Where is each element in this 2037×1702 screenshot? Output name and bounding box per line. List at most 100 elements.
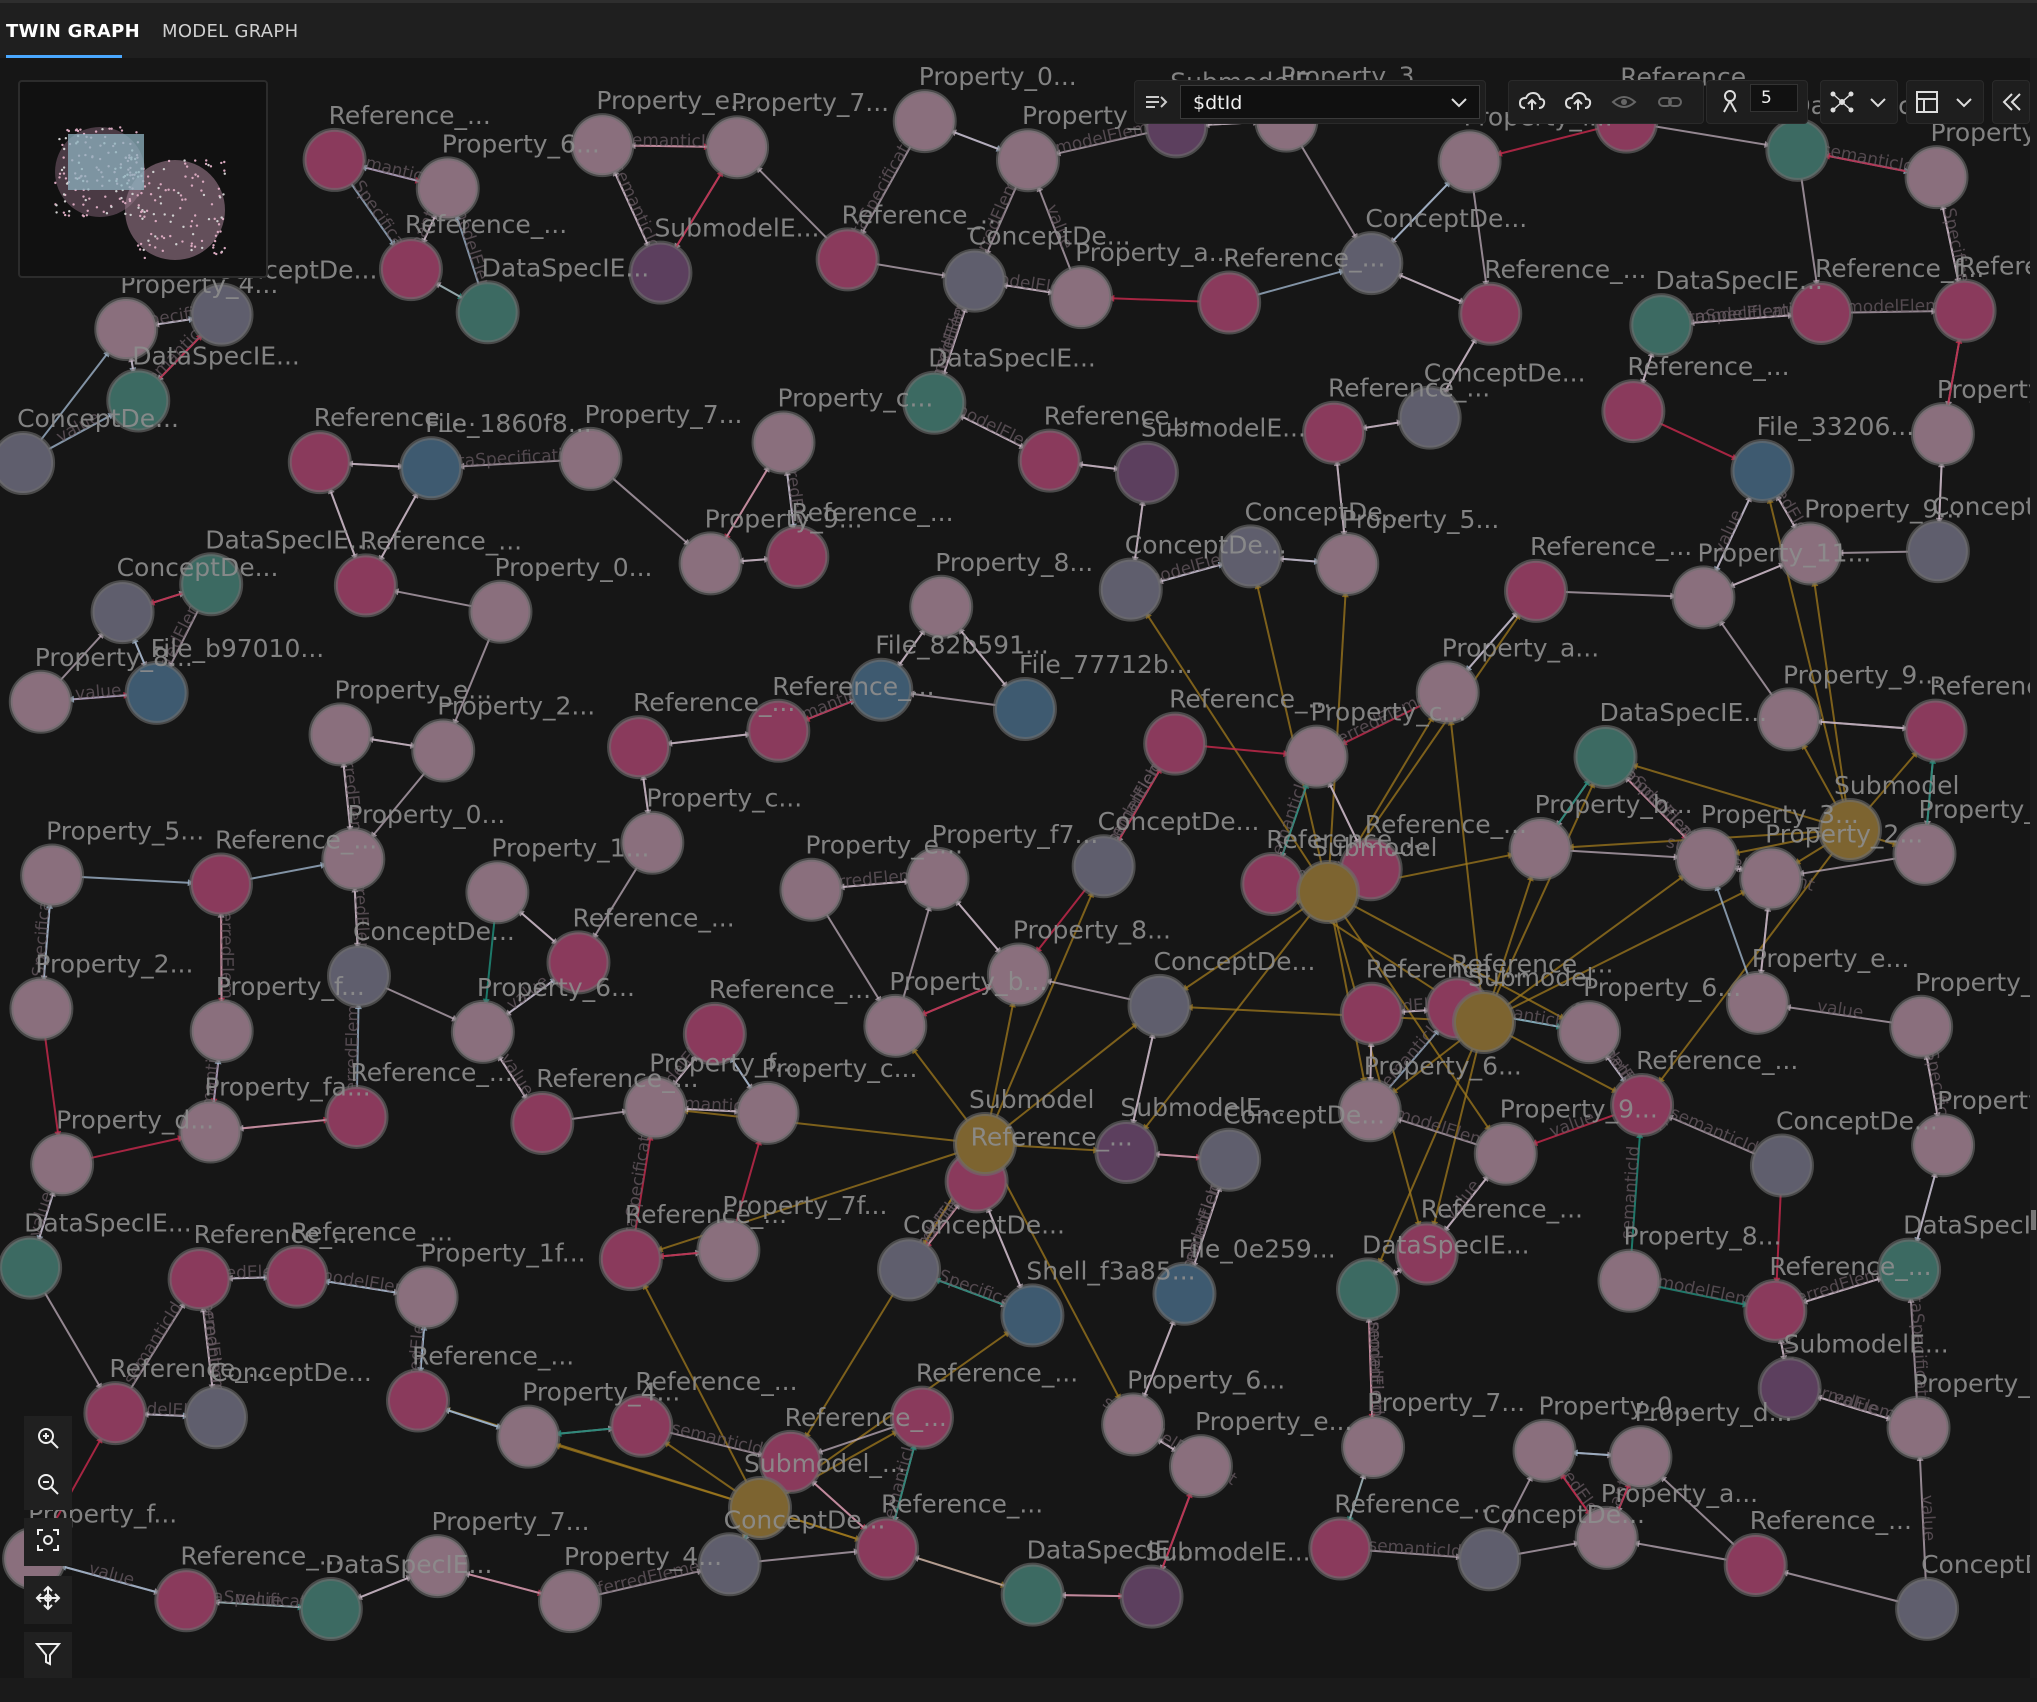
reference-node[interactable] [510, 1090, 575, 1155]
layout-toolbar[interactable] [1820, 80, 1898, 124]
property-node[interactable] [308, 702, 373, 767]
property-node[interactable] [1886, 1395, 1951, 1460]
property-node[interactable] [538, 1569, 603, 1634]
concept-node[interactable] [1895, 1576, 1960, 1641]
upload-models-icon[interactable] [1517, 87, 1547, 117]
property-node[interactable] [468, 579, 533, 644]
property-node[interactable] [1101, 1392, 1166, 1457]
file-node[interactable] [399, 436, 464, 501]
fit-screen-button[interactable] [24, 1518, 72, 1566]
property-node[interactable] [450, 999, 515, 1064]
property-node[interactable] [995, 128, 1060, 193]
reference-node[interactable] [188, 852, 253, 917]
reference-node[interactable] [607, 715, 672, 780]
collapse-panel-toolbar[interactable] [1992, 80, 2030, 124]
concept-node[interactable] [90, 580, 155, 645]
property-node[interactable] [9, 976, 74, 1041]
reference-node[interactable] [264, 1244, 329, 1309]
property-node[interactable] [909, 574, 974, 639]
property-node[interactable] [1757, 687, 1822, 752]
property-node[interactable] [1473, 1121, 1538, 1186]
concept-node[interactable] [1905, 519, 1970, 584]
reference-node[interactable] [1197, 270, 1262, 335]
tab-model-graph[interactable]: MODEL GRAPH [162, 21, 298, 42]
property-node[interactable] [735, 1080, 800, 1145]
graph-minimap[interactable] [18, 80, 268, 278]
tab-twin-graph[interactable]: TWIN GRAPH [6, 21, 140, 42]
reference-node[interactable] [333, 553, 398, 618]
submodel-hub-node[interactable] [1296, 860, 1360, 924]
property-node[interactable] [1315, 532, 1380, 597]
property-node[interactable] [751, 410, 816, 475]
center-graph-button[interactable] [24, 1576, 72, 1624]
property-node[interactable] [496, 1404, 561, 1469]
property-node[interactable] [779, 857, 844, 922]
file-node[interactable] [124, 660, 189, 725]
reference-node[interactable] [1932, 278, 1997, 343]
reference-node[interactable] [1143, 711, 1208, 776]
property-node[interactable] [1512, 1418, 1577, 1483]
property-node[interactable] [1904, 145, 1969, 210]
dataspec-node[interactable] [298, 1577, 363, 1642]
concept-node[interactable] [1127, 973, 1192, 1038]
chevron-down-icon[interactable] [1449, 92, 1469, 116]
reference-node[interactable] [1308, 1516, 1373, 1581]
submodel-elem-node[interactable] [1119, 1564, 1184, 1629]
reference-node[interactable] [1339, 981, 1404, 1046]
reference-node[interactable] [385, 1368, 450, 1433]
dataspec-node[interactable] [1336, 1257, 1401, 1322]
graph-canvas[interactable]: semanticId dataSpecification semanticId sem… [0, 58, 2037, 1678]
submodel-elem-node[interactable] [1114, 440, 1179, 505]
concept-node[interactable] [877, 1237, 942, 1302]
property-node[interactable] [696, 1218, 761, 1283]
scrollbar-thumb[interactable] [2031, 1210, 2036, 1230]
minimap-viewport[interactable] [68, 134, 144, 190]
table-view-toolbar[interactable] [1906, 80, 1984, 124]
property-node[interactable] [678, 531, 743, 596]
reference-node[interactable] [1504, 558, 1569, 623]
table-view-dropdown-icon[interactable] [1949, 87, 1979, 117]
property-node[interactable] [705, 115, 770, 180]
submodel-hub-node[interactable] [1452, 990, 1516, 1054]
layout-icon[interactable] [1827, 87, 1857, 117]
property-node[interactable] [1557, 1000, 1622, 1065]
reference-node[interactable] [287, 430, 352, 495]
property-node[interactable] [394, 1265, 459, 1330]
property-node[interactable] [1049, 265, 1114, 330]
property-node[interactable] [1168, 1434, 1233, 1499]
dataspec-node[interactable] [1765, 117, 1830, 182]
file-node[interactable] [1000, 1283, 1065, 1348]
twin-graph[interactable]: semanticIddataSpecificationsemanticIdsem… [0, 58, 2037, 1678]
reference-node[interactable] [1458, 281, 1523, 346]
layout-dropdown-icon[interactable] [1863, 87, 1893, 117]
reference-node[interactable] [1903, 698, 1968, 763]
dataspec-node[interactable] [1573, 724, 1638, 789]
import-graph-icon[interactable] [1563, 87, 1593, 117]
property-node[interactable] [892, 89, 957, 154]
property-node[interactable] [1910, 402, 1975, 467]
reference-node[interactable] [1017, 428, 1082, 493]
collapse-panel-icon[interactable] [1997, 87, 2027, 117]
concept-node[interactable] [1197, 1127, 1262, 1192]
reference-node[interactable] [83, 1381, 148, 1446]
property-node[interactable] [1674, 826, 1739, 891]
query-options-icon[interactable] [1141, 87, 1171, 117]
reference-node[interactable] [598, 1227, 663, 1292]
property-node[interactable] [20, 843, 85, 908]
vertical-scrollbar[interactable] [2030, 58, 2037, 1678]
concept-node[interactable] [942, 248, 1007, 313]
property-node[interactable] [1437, 129, 1502, 194]
reference-node[interactable] [815, 227, 880, 292]
property-node[interactable] [1671, 565, 1736, 630]
concept-node[interactable] [1098, 557, 1163, 622]
dataspec-node[interactable] [0, 1235, 63, 1300]
property-node[interactable] [465, 860, 530, 925]
query-input[interactable]: $dtId [1180, 85, 1480, 119]
concept-node[interactable] [1457, 1527, 1522, 1592]
filter-button[interactable] [24, 1632, 72, 1680]
property-node[interactable] [8, 669, 73, 734]
hops-input[interactable]: 5 [1750, 84, 1798, 112]
property-node[interactable] [863, 993, 928, 1058]
property-node[interactable] [411, 718, 476, 783]
reference-node[interactable] [302, 127, 367, 192]
